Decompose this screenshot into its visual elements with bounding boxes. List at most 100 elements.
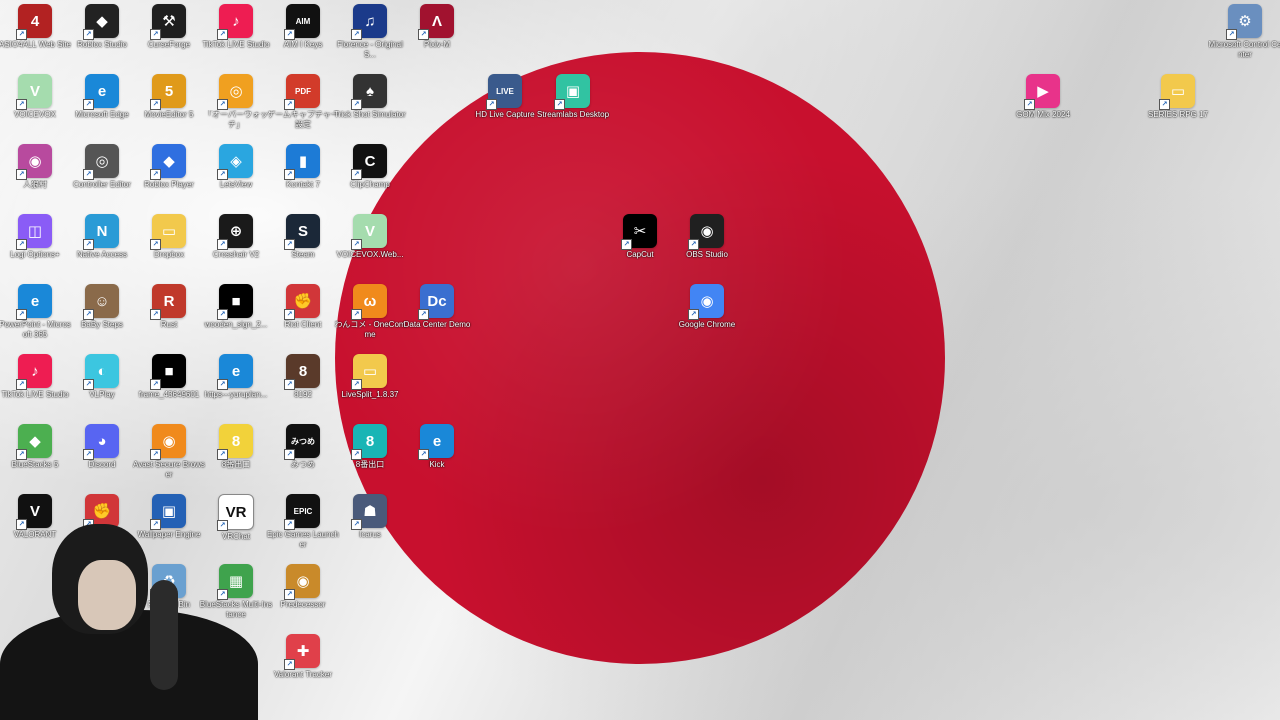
icon-glyph: ◉ — [28, 153, 42, 170]
desktop-icon-label: wooden_sign_2... — [204, 320, 268, 329]
desktop-icon[interactable]: ✂ ↗ CapCut — [605, 210, 675, 280]
icon-glyph: ⊕ — [229, 223, 243, 240]
desktop-icon[interactable]: 5 ↗ MovieEditor 5 — [134, 70, 204, 140]
desktop-icon-label: Rust — [160, 320, 178, 329]
icon-glyph: ◆ — [163, 153, 175, 170]
livesplit-folder-icon: ▭ ↗ — [351, 354, 387, 390]
desktop-icon[interactable]: ▶ ↗ GOM Mix 2024 — [1008, 70, 1078, 140]
icon-glyph: ▭ — [1170, 83, 1186, 100]
desktop-icon[interactable]: ◎ ↗ Controller Editor — [67, 140, 137, 210]
desktop-icon[interactable]: ⊕ ↗ Crosshair V2 — [201, 210, 271, 280]
desktop-icon[interactable]: e ↗ https---yuruplan... — [201, 350, 271, 420]
desktop-icon[interactable]: e ↗ Microsoft Edge — [67, 70, 137, 140]
shortcut-arrow-icon: ↗ — [150, 309, 161, 320]
desktop-icon-label: SERIES RPG 17 — [1147, 110, 1209, 119]
desktop-icon[interactable]: ☺ ↗ BaBy Steps — [67, 280, 137, 350]
desktop-icon[interactable]: ▮ ↗ Kontakt 7 — [268, 140, 338, 210]
letsview-icon: ◈ ↗ — [217, 144, 253, 180]
icon-glyph: ▶ — [1037, 83, 1049, 100]
desktop-icon[interactable]: ▭ ↗ LiveSplit_1.8.37 — [335, 350, 405, 420]
desktop-icon[interactable]: R ↗ Rust — [134, 280, 204, 350]
desktop-icon[interactable]: ■ ↗ wooden_sign_2... — [201, 280, 271, 350]
desktop-icon[interactable]: ◈ ↗ LetsView — [201, 140, 271, 210]
desktop-icon[interactable]: ω ↗ わんコメ - OneComme — [334, 280, 406, 350]
desktop-icon[interactable]: EPIC ↗ Epic Games Launcher — [267, 490, 339, 560]
desktop-icon-label: ClipChamp — [350, 180, 390, 189]
desktop-icon[interactable]: ▭ ↗ Dropbox — [134, 210, 204, 280]
desktop-icon[interactable]: みつめ ↗ みつめ — [268, 420, 338, 490]
desktop-icon[interactable]: LIVE ↗ HD Live Capture — [470, 70, 540, 140]
shortcut-arrow-icon: ↗ — [418, 29, 429, 40]
desktop-icon[interactable]: e ↗ PowerPoint - Microsoft 365 — [0, 280, 71, 350]
desktop-icon[interactable]: ▣ ↗ Streamlabs Desktop — [536, 70, 610, 140]
desktop-icon[interactable]: ♠ ↗ Trick Shot Simulator — [334, 70, 406, 140]
icon-glyph: 8 — [365, 432, 375, 450]
desktop-icon[interactable]: ⚒ ↗ CurseForge — [134, 0, 204, 70]
microphone-arm — [150, 580, 178, 690]
shortcut-arrow-icon: ↗ — [217, 29, 228, 40]
desktop-icon[interactable]: ◉ ↗ Google Chrome — [672, 280, 742, 350]
desktop-icon-label: VOICEVOX — [14, 110, 56, 119]
shortcut-arrow-icon: ↗ — [150, 169, 161, 180]
desktop-icon[interactable]: N ↗ Native Access — [67, 210, 137, 280]
icon-glyph: V — [364, 222, 375, 240]
desktop-icon[interactable]: ■ ↗ frame_43649601 — [134, 350, 204, 420]
desktop-icon[interactable]: 8 ↗ 8192 — [268, 350, 338, 420]
desktop-icon[interactable]: V ↗ VOICEVOX — [0, 70, 70, 140]
desktop-icon-label: Controller Editor — [73, 180, 131, 189]
desktop-icon-label: TikTok LIVE Studio — [1, 390, 69, 399]
desktop-icon[interactable]: AIM ↗ AIM I Keys — [268, 0, 338, 70]
desktop-icon[interactable]: ◉ ↗ Avast Secure Browser — [133, 420, 205, 490]
shortcut-arrow-icon: ↗ — [418, 309, 429, 320]
shortcut-arrow-icon: ↗ — [83, 309, 94, 320]
desktop-icon[interactable]: ◆ ↗ Roblox Player — [134, 140, 204, 210]
desktop-icon[interactable]: 8 ↗ 8番出口 — [201, 420, 271, 490]
shortcut-arrow-icon: ↗ — [351, 99, 362, 110]
desktop-icon[interactable]: C ↗ ClipChamp — [335, 140, 405, 210]
desktop-icon[interactable]: ◆ ↗ Roblox Studio — [67, 0, 137, 70]
desktop-icon[interactable]: Λ ↗ Pixiv-M — [402, 0, 472, 70]
desktop-icon-label: Steam — [291, 250, 315, 259]
desktop-icon[interactable]: V ↗ VOICEVOX.Web... — [335, 210, 405, 280]
shortcut-arrow-icon: ↗ — [284, 449, 295, 460]
shortcut-arrow-icon: ↗ — [284, 659, 295, 670]
desktop-icon[interactable]: ◐ ↗ VLPlay — [67, 350, 137, 420]
desktop-icon[interactable]: Dc ↗ Data Center Demo — [402, 280, 472, 350]
pdf-icon: PDF ↗ — [284, 74, 320, 110]
desktop-icon[interactable]: ☗ ↗ Icarus — [335, 490, 405, 560]
icon-glyph: みつめ — [291, 436, 315, 446]
desktop-icon[interactable]: ◉ ↗ OBS Studio — [672, 210, 742, 280]
game-8192-icon: 8 ↗ — [284, 354, 320, 390]
shortcut-arrow-icon: ↗ — [83, 449, 94, 460]
desktop-icon[interactable]: ♪ ↗ TikTok LIVE Studio — [201, 0, 271, 70]
icon-glyph: e — [97, 82, 107, 100]
desktop-icon[interactable]: ◫ ↗ Logi Options+ — [0, 210, 70, 280]
roblox-player-icon: ◆ ↗ — [150, 144, 186, 180]
desktop-icon[interactable]: ◉ ↗ 人狼村 — [0, 140, 70, 210]
desktop-icon[interactable]: ◆ ↗ BlueStacks 5 — [0, 420, 70, 490]
desktop-icon[interactable]: PDF ↗ ゲームキャプチャー設定 — [267, 70, 339, 140]
icon-glyph: AIM — [295, 16, 311, 26]
desktop-icon[interactable]: ✚ ↗ Valorant Tracker — [268, 630, 338, 700]
shortcut-arrow-icon: ↗ — [83, 29, 94, 40]
desktop-icon[interactable]: 4 ↗ ASIO4ALL Web Site — [0, 0, 71, 70]
desktop-icon[interactable]: ◕ ↗ Discord — [67, 420, 137, 490]
desktop-icon[interactable]: ▭ ↗ SERIES RPG 17 — [1143, 70, 1213, 140]
desktop-icon[interactable]: ♫ ↗ Florence - Original S... — [335, 0, 405, 70]
desktop-icon-label: Streamlabs Desktop — [536, 110, 610, 119]
desktop-icon[interactable]: ◉ ↗ Predecessor — [268, 560, 338, 630]
desktop-icon[interactable]: ✊↗Riot Client — [268, 280, 338, 350]
dropbox-folder-icon: ▭ ↗ — [150, 214, 186, 250]
shortcut-arrow-icon: ↗ — [351, 29, 362, 40]
desktop-icon[interactable]: 8 ↗ 8番出口 — [335, 420, 405, 490]
desktop-icon[interactable]: S ↗ Steam — [268, 210, 338, 280]
desktop-icon-label: Data Center Demo — [403, 320, 471, 329]
desktop-icon[interactable]: ♪ ↗ TikTok LIVE Studio — [0, 350, 70, 420]
desktop-icon[interactable]: e ↗ Kick — [402, 420, 472, 490]
desktop-icon[interactable]: ◎ ↗ 「オーバーウォッチ」 — [201, 70, 271, 140]
shortcut-arrow-icon: ↗ — [284, 239, 295, 250]
icon-glyph: ◉ — [700, 293, 714, 310]
desktop-icon[interactable]: ⚙ ↗ Microsoft Control Center — [1209, 0, 1280, 70]
shortcut-arrow-icon: ↗ — [16, 169, 27, 180]
icon-glyph: ◫ — [27, 223, 43, 240]
